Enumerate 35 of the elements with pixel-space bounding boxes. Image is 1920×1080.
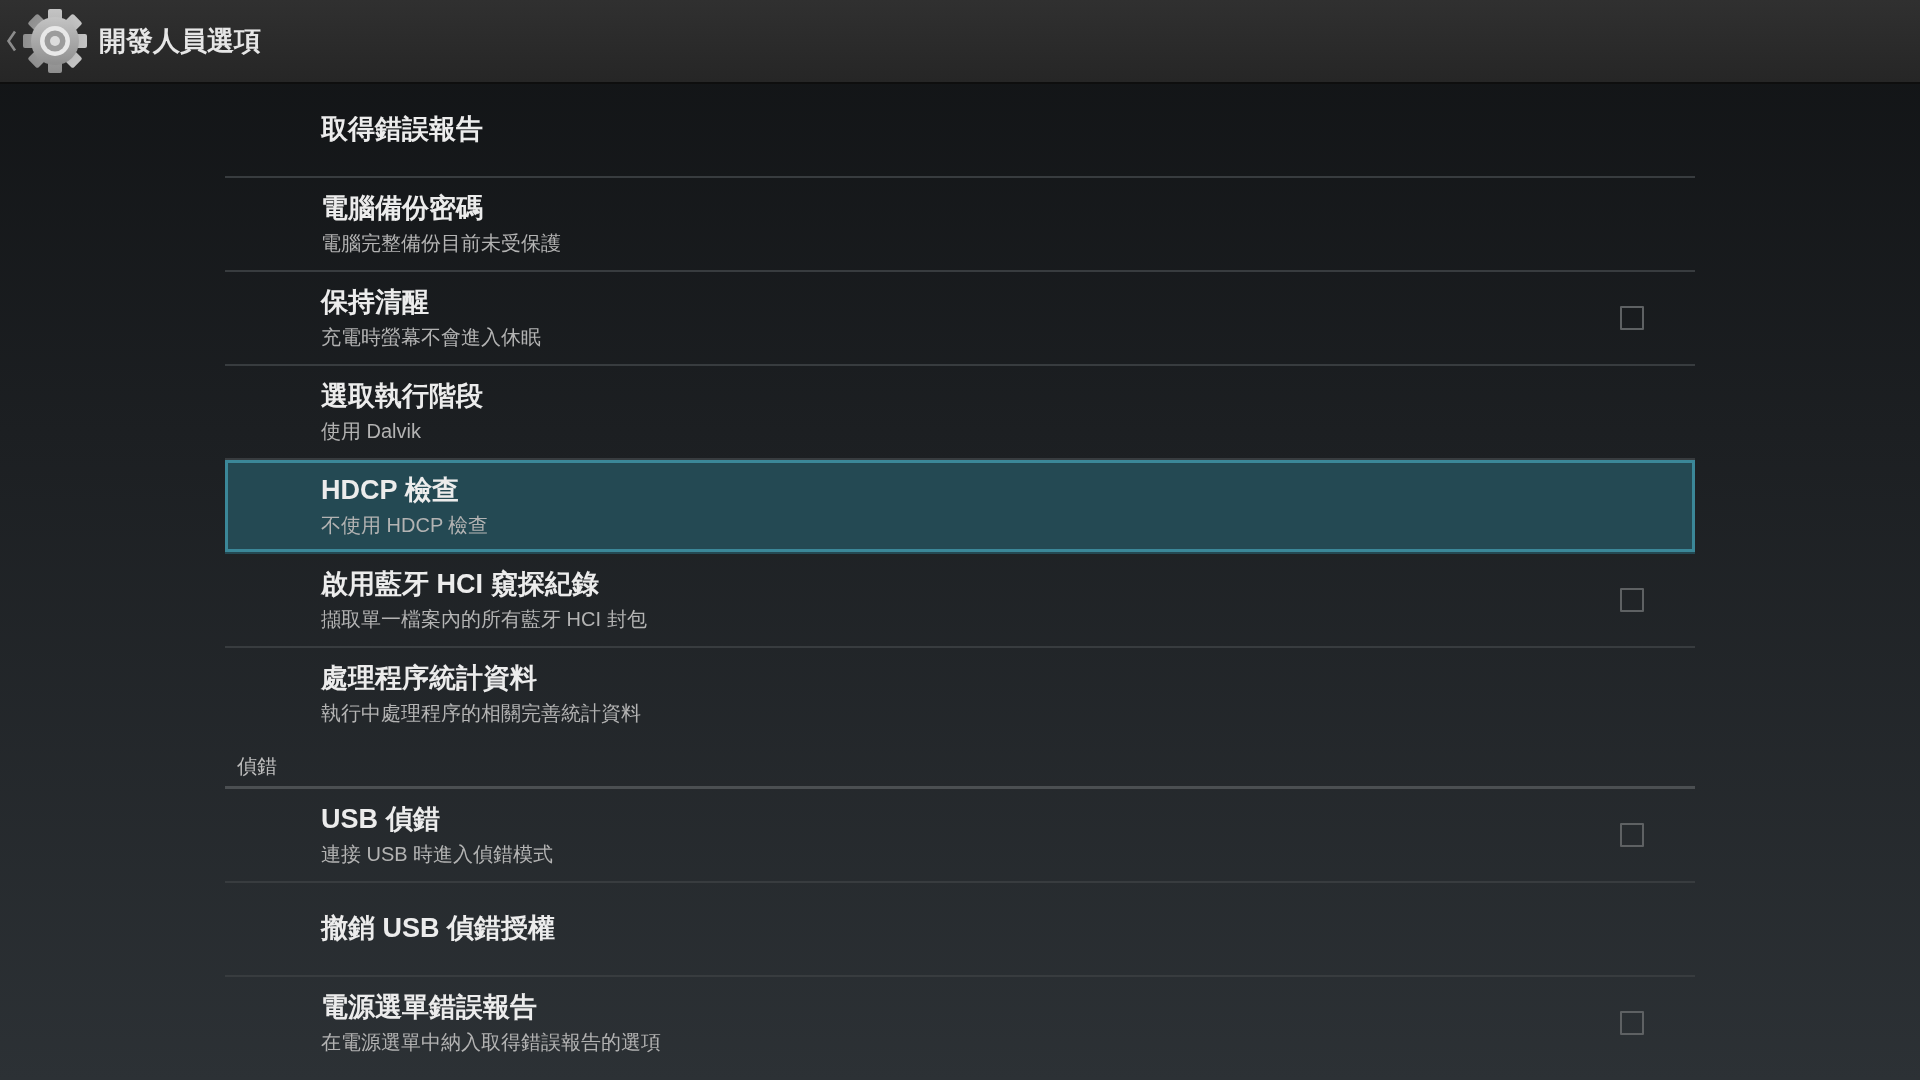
category-title: 偵錯	[237, 755, 277, 777]
checkbox[interactable]	[1620, 306, 1644, 330]
setting-title: USB 偵錯	[321, 802, 441, 836]
settings-row[interactable]: 撤銷 USB 偵錯授權	[225, 883, 1695, 977]
settings-row[interactable]: 處理程序統計資料 執行中處理程序的相關完善統計資料	[225, 648, 1695, 742]
setting-title: HDCP 檢查	[321, 473, 460, 507]
setting-summary: 在電源選單中納入取得錯誤報告的選項	[321, 1030, 662, 1056]
back-icon[interactable]	[6, 30, 17, 52]
setting-summary: 充電時螢幕不會進入休眠	[321, 325, 542, 351]
setting-summary: 不使用 HDCP 檢查	[321, 513, 490, 539]
setting-title: 電源選單錯誤報告	[321, 990, 538, 1024]
setting-title: 取得錯誤報告	[321, 113, 484, 147]
setting-summary: 擷取單一檔案內的所有藍牙 HCI 封包	[321, 607, 648, 633]
settings-row[interactable]: 保持清醒 充電時螢幕不會進入休眠	[225, 272, 1695, 366]
setting-title: 啟用藍牙 HCI 窺探紀錄	[321, 567, 600, 601]
setting-summary: 電腦完整備份目前未受保護	[321, 231, 562, 257]
setting-title: 處理程序統計資料	[321, 661, 538, 695]
setting-summary: 執行中處理程序的相關完善統計資料	[321, 701, 642, 727]
checkbox[interactable]	[1620, 588, 1644, 612]
gear-icon[interactable]	[23, 9, 87, 73]
setting-title: 電腦備份密碼	[321, 191, 484, 225]
checkbox[interactable]	[1620, 823, 1644, 847]
setting-title: 撤銷 USB 偵錯授權	[321, 912, 556, 946]
setting-summary: 連接 USB 時進入偵錯模式	[321, 842, 555, 868]
settings-row[interactable]: HDCP 檢查 不使用 HDCP 檢查	[225, 460, 1695, 554]
settings-row[interactable]: USB 偵錯 連接 USB 時進入偵錯模式	[225, 789, 1695, 883]
setting-title: 選取執行階段	[321, 379, 484, 413]
settings-row[interactable]: 電源選單錯誤報告 在電源選單中納入取得錯誤報告的選項	[225, 977, 1695, 1071]
setting-title: 保持清醒	[321, 285, 430, 319]
checkbox[interactable]	[1620, 1011, 1644, 1035]
settings-row[interactable]: 電腦備份密碼 電腦完整備份目前未受保護	[225, 178, 1695, 272]
screen-title: 開發人員選項	[99, 24, 261, 58]
setting-summary: 使用 Dalvik	[321, 419, 422, 445]
settings-row[interactable]: 啟用藍牙 HCI 窺探紀錄 擷取單一檔案內的所有藍牙 HCI 封包	[225, 554, 1695, 648]
settings-row[interactable]: 取得錯誤報告	[225, 84, 1695, 178]
